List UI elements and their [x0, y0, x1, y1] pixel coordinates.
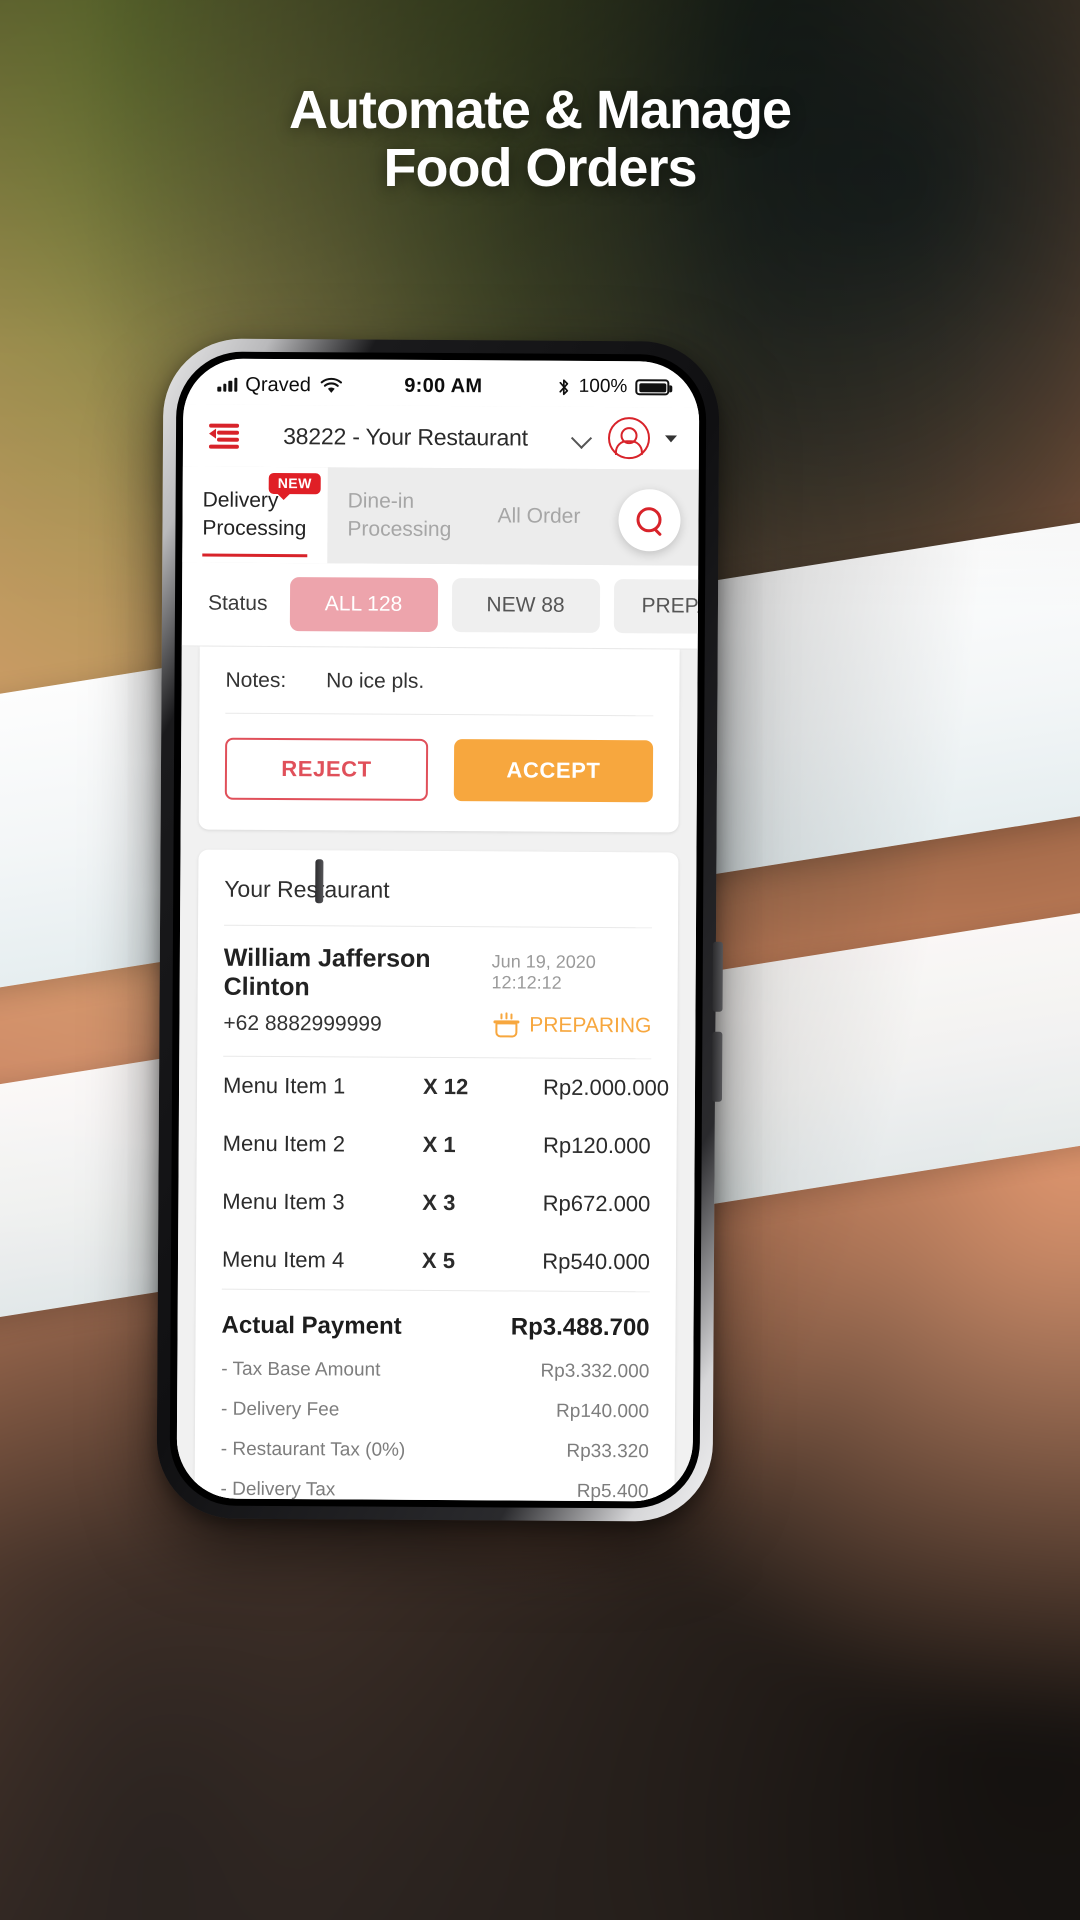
app-header: 38222 - Your Restaurant [182, 404, 700, 470]
carrier-label: Qraved [245, 373, 311, 396]
actual-payment-row: Actual Payment Rp3.488.700 [195, 1290, 675, 1353]
order-actions: REJECT ACCEPT [199, 714, 680, 833]
new-badge: NEW [268, 472, 321, 495]
battery-percent-label: 100% [578, 375, 628, 398]
page-title: 38222 - Your Restaurant [283, 422, 528, 451]
tab-delivery-processing[interactable]: Delivery Processing NEW [182, 466, 328, 564]
order-restaurant-name: Your Restaurant [224, 875, 390, 903]
item-qty: X 12 [422, 1073, 469, 1100]
item-name: Menu Item 3 [222, 1188, 345, 1215]
reject-button[interactable]: REJECT [224, 737, 429, 801]
status-chip-all[interactable]: ALL 128 [289, 576, 438, 632]
actual-payment-total: Rp3.488.700 [510, 1313, 650, 1342]
order-date: Jun 19, 2020 12:12:12 [491, 951, 596, 993]
chevron-down-icon[interactable] [572, 428, 592, 448]
tab-delivery-line2: Processing [202, 516, 307, 541]
status-bar-left: Qraved [217, 373, 404, 397]
item-name: Menu Item 2 [222, 1130, 346, 1157]
phone-volume-up-button[interactable] [712, 941, 723, 1012]
phone-bezel: Qraved 9:00 AM 100% 38222 - Your Restaur… [169, 351, 707, 1509]
order-list[interactable]: Notes: No ice pls. REJECT ACCEPT Your Re… [176, 646, 698, 1502]
status-bar-right: 100% [482, 375, 670, 398]
status-bar: Qraved 9:00 AM 100% [183, 358, 700, 408]
order-item-row: Menu Item 2 X 1 Rp120.000 [223, 1115, 651, 1176]
payment-line-value: Rp5.400 [576, 1480, 649, 1502]
notes-value: No ice pls. [326, 669, 425, 693]
customer-phone: +62 8882999999 [223, 1011, 382, 1036]
hero-headline-line2: Food Orders [383, 137, 697, 198]
status-filter-row: Status ALL 128 NEW 88 PREPARING [181, 562, 700, 650]
item-name: Menu Item 4 [221, 1246, 345, 1273]
payment-line: - Restaurant Tax (0%) Rp33.320 [195, 1430, 675, 1473]
phone-screen: Qraved 9:00 AM 100% 38222 - Your Restaur… [176, 358, 700, 1502]
status-chip-new[interactable]: NEW 88 [451, 577, 600, 633]
actual-payment-label: Actual Payment [221, 1311, 402, 1340]
accept-button[interactable]: ACCEPT [453, 739, 654, 803]
customer-row: William Jafferson Clinton Jun 19, 2020 1… [198, 926, 678, 1009]
phone-mockup: Qraved 9:00 AM 100% 38222 - Your Restaur… [156, 338, 723, 1522]
wifi-icon [320, 377, 342, 393]
user-avatar-icon[interactable] [607, 417, 651, 460]
search-icon [636, 507, 662, 533]
payment-line-value: Rp3.332.000 [540, 1360, 650, 1383]
order-card[interactable]: Your Restaurant William Jafferson Clinto… [193, 849, 679, 1502]
customer-name: William Jafferson Clinton [223, 943, 431, 1002]
phone-mute-switch[interactable] [315, 859, 324, 904]
battery-full-icon [635, 379, 670, 396]
tab-dinein-processing[interactable]: Dine-in Processing [327, 467, 478, 564]
order-notes: Notes: No ice pls. [199, 647, 679, 716]
order-item-row: Menu Item 1 X 12 Rp2.000.000 [222, 1057, 669, 1118]
order-item-row: Menu Item 3 X 3 Rp672.000 [222, 1173, 650, 1234]
item-qty: X 3 [422, 1189, 456, 1216]
tab-all-order[interactable]: All Order [477, 468, 638, 565]
order-card-partial[interactable]: Notes: No ice pls. REJECT ACCEPT [198, 646, 680, 833]
payment-line: - Delivery Fee Rp140.000 [195, 1390, 675, 1433]
order-item-row: Menu Item 4 X 5 Rp540.000 [222, 1231, 650, 1292]
payment-line-label: - Delivery Fee [221, 1398, 340, 1421]
hamburger-menu-icon[interactable] [208, 423, 240, 449]
status-bar-time: 9:00 AM [404, 374, 483, 397]
payment-line-label: - Restaurant Tax (0%) [220, 1438, 406, 1461]
item-name: Menu Item 1 [222, 1072, 346, 1099]
status-chip-preparing[interactable]: PREPARING [613, 578, 700, 634]
tab-all-order-label: All Order [497, 504, 581, 528]
hero-headline: Automate & Manage Food Orders [0, 80, 1080, 198]
status-badge: PREPARING [493, 1012, 652, 1038]
phone-status-row: +62 8882999999 PREPARING [197, 1006, 677, 1059]
tab-dinein-line2: Processing [347, 517, 452, 542]
payment-line-value: Rp140.000 [556, 1400, 650, 1423]
item-price: Rp2.000.000 [542, 1074, 670, 1101]
payment-line-value: Rp33.320 [566, 1440, 649, 1463]
signal-bars-icon [217, 377, 238, 392]
search-button[interactable] [618, 489, 681, 552]
order-items: Menu Item 1 X 12 Rp2.000.000 Menu Item 2… [196, 1057, 677, 1292]
notes-label: Notes: [225, 668, 287, 693]
payment-line: - Delivery Tax Rp5.400 [194, 1470, 674, 1502]
hero-headline-line1: Automate & Manage [288, 80, 792, 140]
bluetooth-icon [559, 378, 569, 395]
cooking-pot-icon [493, 1012, 520, 1038]
item-qty: X 5 [421, 1247, 456, 1274]
item-price: Rp540.000 [542, 1248, 651, 1275]
item-price: Rp672.000 [542, 1190, 651, 1217]
tab-dinein-line1: Dine-in [347, 489, 415, 513]
payment-line: - Tax Base Amount Rp3.332.000 [195, 1350, 675, 1393]
phone-volume-down-button[interactable] [711, 1031, 723, 1102]
tab-bar: Delivery Processing NEW Dine-in Processi… [182, 466, 699, 566]
item-price: Rp120.000 [542, 1132, 651, 1159]
payment-line-label: - Tax Base Amount [221, 1358, 381, 1381]
payment-line-label: - Delivery Tax [220, 1478, 336, 1501]
caret-down-icon[interactable] [664, 434, 678, 442]
status-badge-label: PREPARING [529, 1013, 652, 1038]
item-qty: X 1 [422, 1131, 456, 1158]
status-filter-label: Status [207, 591, 268, 615]
